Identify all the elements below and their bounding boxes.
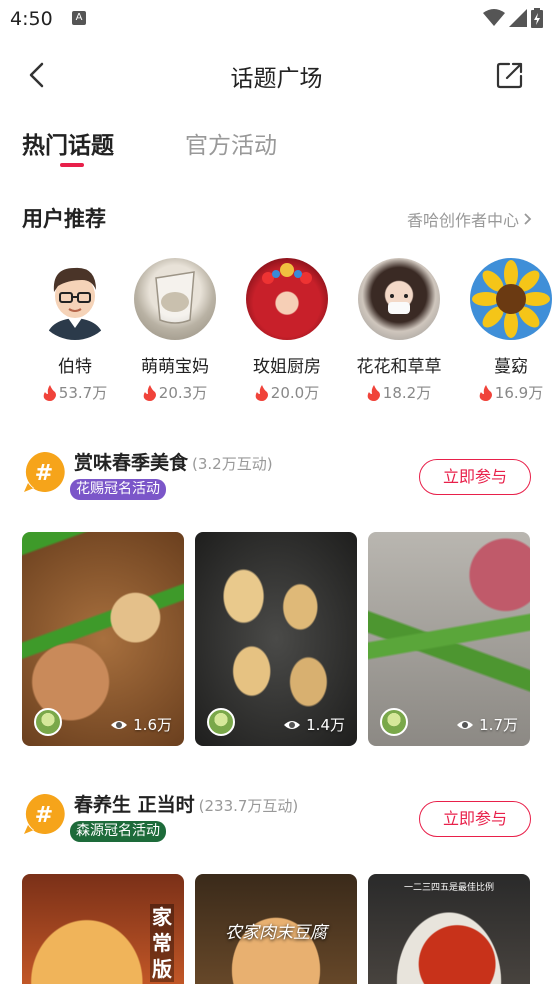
hashtag-icon: # [24,793,65,834]
flame-icon [143,384,156,401]
sunflower-image [472,260,550,338]
chevron-right-icon [524,213,532,225]
user-score: 20.3万 [125,382,225,403]
eye-icon [284,720,301,729]
user-score-value: 16.9万 [494,384,544,402]
avatar[interactable] [470,258,552,340]
user-name: 玫姐厨房 [253,357,321,377]
author-avatar [207,708,235,736]
eye-icon [457,720,474,729]
topic-posts: 1.6万 1.4万 1.7万 [22,532,531,746]
avatar[interactable] [358,258,440,340]
recommend-title: 用户推荐 [22,207,106,231]
flame-icon [367,384,380,401]
view-count: 1.4万 [283,714,345,735]
page-title: 话题广场 [230,66,323,92]
user-score: 53.7万 [25,382,125,403]
author-avatar [34,708,62,736]
post-thumbnail[interactable]: 1.4万 [195,532,357,746]
topic-posts: 家常版 农家肉末豆腐 一二三四五是最佳比例 [22,874,531,984]
user-name: 萌萌宝妈 [141,357,209,377]
avatar[interactable] [34,258,116,340]
user-name: 花花和草草 [356,357,442,377]
user-score: 18.2万 [349,382,449,403]
topic-title[interactable]: 赏味春季美食 (3.2万互动) [74,448,273,475]
user-score: 16.9万 [461,382,553,403]
user-card[interactable]: 玫姐厨房 20.0万 [237,258,337,403]
share-icon[interactable] [495,60,525,90]
user-score-value: 20.0万 [270,384,320,402]
creator-center-link[interactable]: 香哈创作者中心 [407,207,533,231]
user-score: 20.0万 [237,382,337,403]
post-overlay-text: 家常版 [150,904,174,982]
join-button[interactable]: 立即参与 [419,801,531,837]
avatar[interactable] [134,258,216,340]
status-bar: 4:50 A [0,0,553,40]
flame-icon [43,384,56,401]
topic-title-text: 春养生 正当时 [74,794,195,816]
user-score-value: 18.2万 [382,384,432,402]
tab-hot-topics[interactable]: 热门话题 [22,126,114,160]
status-time: 4:50 [10,8,53,30]
notification-app-icon: A [72,11,86,25]
tab-official-events[interactable]: 官方活动 [185,126,277,160]
topic-title[interactable]: 春养生 正当时 (233.7万互动) [74,790,298,817]
sponsor-tag: 花赐冠名活动 [70,479,166,500]
recommended-users: 伯特 53.7万 萌萌宝妈 20.3万 玫姐厨房 20.0万 花花和草草 18.… [0,258,553,408]
signal-icon [509,9,527,27]
user-card[interactable]: 花花和草草 18.2万 [349,258,449,403]
nav-bar: 话题广场 [0,50,553,100]
post-thumbnail[interactable]: 农家肉末豆腐 [195,874,357,984]
post-thumbnail[interactable]: 1.6万 [22,532,184,746]
join-button[interactable]: 立即参与 [419,459,531,495]
author-avatar [380,708,408,736]
battery-icon [531,8,543,28]
cartoon-avatar-icon [46,267,104,340]
opera-headdress-image [262,263,312,284]
view-count: 1.7万 [456,714,518,735]
user-score-value: 53.7万 [58,384,108,402]
svg-text:#: # [35,461,53,486]
creator-center-label: 香哈创作者中心 [406,211,519,230]
view-count: 1.6万 [110,714,172,735]
eye-icon [111,720,128,729]
topic-interaction-count: (3.2万互动) [192,455,273,473]
post-thumbnail[interactable]: 一二三四五是最佳比例 [368,874,530,984]
view-count-value: 1.4万 [306,716,345,734]
user-name: 伯特 [58,357,92,377]
flame-icon [479,384,492,401]
glass-cup-image [155,271,195,324]
post-thumbnail[interactable]: 1.7万 [368,532,530,746]
post-overlay-text: 一二三四五是最佳比例 [403,883,494,893]
topic-tabs: 热门话题 官方活动 [0,120,553,170]
wifi-icon [483,9,505,26]
flame-icon [255,384,268,401]
svg-text:#: # [35,803,53,828]
sponsor-tag: 森源冠名活动 [70,821,166,842]
topic-title-text: 赏味春季美食 [74,452,189,474]
child-with-mask-image [388,294,410,314]
active-tab-indicator [60,163,84,167]
user-card[interactable]: 蔓窈 16.9万 [461,258,553,403]
view-count-value: 1.7万 [479,716,518,734]
user-name: 蔓窈 [494,357,528,377]
user-card[interactable]: 萌萌宝妈 20.3万 [125,258,225,403]
post-thumbnail[interactable]: 家常版 [22,874,184,984]
topic-interaction-count: (233.7万互动) [198,797,299,815]
hashtag-icon: # [24,451,65,492]
view-count-value: 1.6万 [133,716,172,734]
post-overlay-text: 农家肉末豆腐 [225,923,327,943]
user-score-value: 20.3万 [158,384,208,402]
avatar[interactable] [246,258,328,340]
user-card[interactable]: 伯特 53.7万 [25,258,125,403]
status-icons [483,8,543,28]
